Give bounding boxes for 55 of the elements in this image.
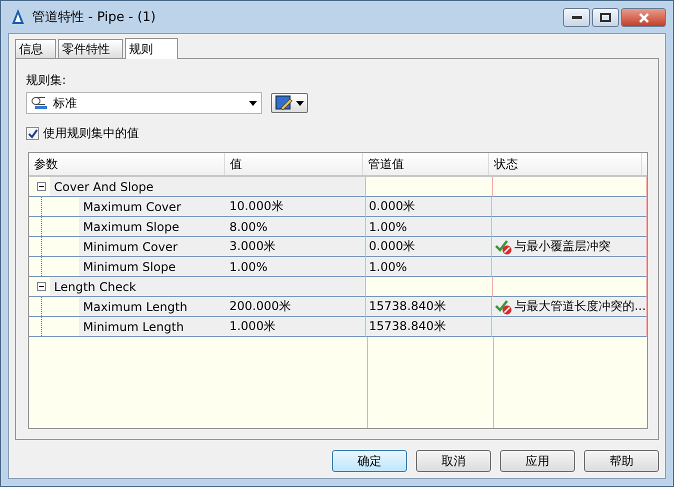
pipe-value-cell: 0.000米: [368, 238, 416, 255]
close-button[interactable]: [621, 8, 666, 27]
close-icon: [638, 12, 650, 22]
dialog-button[interactable]: 确定: [332, 450, 407, 472]
collapse-toggle[interactable]: [37, 182, 46, 191]
parameter-name: Maximum Slope: [79, 217, 226, 236]
tab[interactable]: 信息: [15, 39, 56, 58]
dialog-button[interactable]: 应用: [500, 450, 575, 472]
checkbox-label: 使用规则集中的值: [43, 125, 139, 142]
status-text: 与最小覆盖层冲突: [514, 238, 610, 255]
column-header[interactable]: 管道值: [363, 153, 489, 175]
rule-set-label: 规则集:: [26, 72, 68, 89]
maximize-icon: [600, 13, 611, 22]
pipe-value-cell: 1.00%: [368, 220, 408, 234]
check-with-error-icon: [495, 298, 512, 314]
value-cell: 3.000米: [229, 238, 276, 255]
group-name: Length Check: [50, 277, 226, 296]
tab[interactable]: 规则: [125, 38, 178, 59]
value-cell: 1.00%: [229, 260, 268, 274]
value-cell: 8.00%: [229, 220, 268, 234]
pipe-value-cell: 1.00%: [368, 260, 408, 274]
maximize-button[interactable]: [592, 8, 619, 27]
pipe-icon: [31, 96, 49, 110]
column-header[interactable]: 参数: [29, 153, 225, 175]
pipe-value-cell: 0.000米: [368, 198, 416, 215]
value-cell: 200.000米: [229, 298, 291, 315]
parameter-name: Minimum Slope: [79, 257, 226, 276]
checkmark-icon: [28, 128, 38, 138]
rule-set-dropdown[interactable]: 标准: [26, 92, 262, 114]
parameter-name: Minimum Cover: [79, 237, 226, 256]
check-with-error-icon: [495, 238, 512, 254]
status-text: 与最大管道长度冲突的...: [514, 298, 646, 315]
window-title: 管道特性 - Pipe - (1): [32, 9, 156, 26]
parameter-name: Minimum Length: [79, 317, 226, 336]
app-logo-icon: [10, 8, 26, 26]
dialog-button[interactable]: 取消: [416, 450, 491, 472]
parameter-name: Maximum Cover: [79, 197, 226, 216]
minimize-button[interactable]: [563, 8, 590, 27]
pipe-value-cell: 15738.840米: [368, 298, 446, 315]
edit-icon: [275, 95, 293, 111]
collapse-toggle[interactable]: [37, 282, 46, 291]
edit-rule-set-button[interactable]: [271, 93, 308, 113]
parameter-name: Maximum Length: [79, 297, 226, 316]
group-name: Cover And Slope: [50, 177, 226, 196]
value-cell: 10.000米: [229, 198, 284, 215]
caret-icon: [249, 100, 257, 106]
value-cell: 1.000米: [229, 318, 276, 335]
pipe-value-cell: 15738.840米: [368, 318, 446, 335]
column-header[interactable]: 值: [224, 153, 364, 175]
checkbox[interactable]: [26, 127, 39, 140]
dialog-button[interactable]: 帮助: [584, 450, 659, 472]
caret-icon: [296, 100, 304, 106]
column-header[interactable]: 状态: [488, 153, 642, 175]
tab[interactable]: 零件特性: [58, 39, 123, 58]
minimize-icon: [572, 16, 582, 20]
